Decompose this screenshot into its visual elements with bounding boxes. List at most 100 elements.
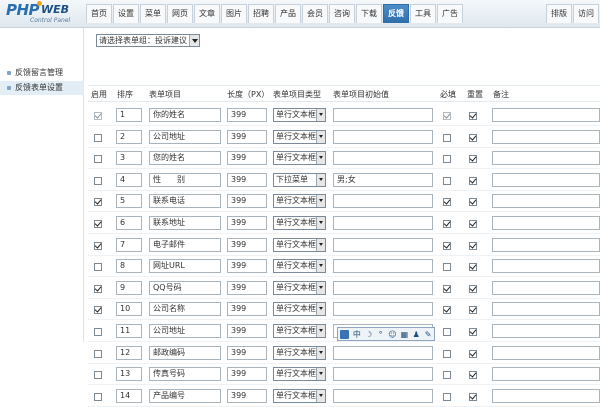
nav-tab-10[interactable]: 下载 [356, 4, 382, 23]
initial-value-input[interactable] [333, 129, 433, 144]
type-select[interactable]: 单行文本框 [273, 216, 326, 230]
reset-checkbox[interactable] [469, 263, 477, 272]
initial-value-input[interactable] [333, 237, 433, 252]
note-input[interactable] [492, 216, 600, 230]
order-input[interactable]: 12 [116, 345, 142, 360]
length-input[interactable]: 399 [227, 216, 267, 230]
item-name-input[interactable]: 您的姓名 [149, 151, 221, 166]
nav-tab-12[interactable]: 工具 [410, 4, 436, 23]
item-name-input[interactable]: 产品编号 [149, 388, 221, 403]
item-name-input[interactable]: QQ号码 [149, 280, 221, 295]
note-input[interactable] [492, 108, 600, 122]
user-icon[interactable]: ♟ [410, 330, 422, 339]
type-select[interactable]: 单行文本框 [273, 151, 326, 166]
length-input[interactable]: 399 [227, 259, 267, 274]
nav-tab-7[interactable]: 产品 [275, 4, 301, 23]
type-select[interactable]: 单行文本框 [273, 388, 326, 403]
order-input[interactable]: 5 [116, 194, 142, 209]
enabled-checkbox[interactable] [94, 176, 102, 185]
required-checkbox[interactable] [443, 220, 451, 228]
length-input[interactable]: 399 [227, 280, 267, 295]
nav-tab-4[interactable]: 文章 [194, 4, 220, 23]
item-name-input[interactable]: 联系电话 [149, 194, 221, 209]
initial-value-input[interactable] [333, 388, 433, 403]
enabled-checkbox[interactable] [94, 371, 102, 380]
length-input[interactable]: 399 [227, 367, 267, 382]
enabled-checkbox[interactable] [94, 155, 102, 164]
length-input[interactable]: 399 [227, 237, 267, 252]
reset-checkbox[interactable] [469, 349, 477, 358]
order-input[interactable]: 11 [116, 324, 142, 338]
note-input[interactable] [492, 324, 600, 338]
item-name-input[interactable]: 公司名称 [149, 302, 221, 317]
initial-value-input[interactable] [333, 259, 433, 274]
item-name-input[interactable]: 邮政编码 [149, 345, 221, 360]
reset-checkbox[interactable] [469, 176, 477, 185]
required-checkbox[interactable] [443, 328, 451, 336]
type-select[interactable]: 单行文本框 [273, 302, 326, 317]
order-input[interactable]: 7 [116, 237, 142, 252]
enabled-checkbox[interactable] [94, 392, 102, 401]
type-select[interactable]: 下拉菜单 [273, 172, 326, 187]
reset-checkbox[interactable] [469, 392, 477, 401]
length-input[interactable]: 399 [227, 194, 267, 209]
nav-tab-3[interactable]: 网页 [167, 4, 193, 23]
order-input[interactable]: 9 [116, 280, 142, 295]
order-input[interactable]: 14 [116, 388, 142, 403]
required-checkbox[interactable] [443, 284, 451, 293]
type-select[interactable]: 单行文本框 [273, 237, 326, 252]
nav-tab-11[interactable]: 反馈 [383, 4, 409, 23]
enabled-checkbox[interactable] [94, 241, 102, 250]
note-input[interactable] [492, 151, 600, 166]
emoji-icon[interactable]: ☺ [387, 330, 399, 339]
note-input[interactable] [492, 302, 600, 317]
order-input[interactable]: 8 [116, 259, 142, 274]
initial-value-input[interactable] [333, 194, 433, 209]
length-input[interactable]: 399 [227, 151, 267, 166]
item-name-input[interactable]: 网址URL [149, 259, 221, 274]
right-button-0[interactable]: 排版 [546, 4, 572, 23]
item-name-input[interactable]: 性 别 [149, 172, 221, 187]
required-checkbox[interactable] [443, 371, 451, 380]
initial-value-input[interactable] [333, 302, 433, 317]
nav-tab-1[interactable]: 设置 [113, 4, 139, 23]
enabled-checkbox[interactable] [94, 220, 102, 228]
item-name-input[interactable]: 联系地址 [149, 216, 221, 230]
type-select[interactable]: 单行文本框 [273, 108, 326, 122]
reset-checkbox[interactable] [469, 371, 477, 380]
reset-checkbox[interactable] [469, 241, 477, 250]
enabled-checkbox[interactable] [94, 198, 102, 207]
nav-tab-8[interactable]: 会员 [302, 4, 328, 23]
note-input[interactable] [492, 345, 600, 360]
length-input[interactable]: 399 [227, 302, 267, 317]
reset-checkbox[interactable] [469, 306, 477, 315]
nav-tab-2[interactable]: 菜单 [140, 4, 166, 23]
punct-icon[interactable]: ° [375, 330, 387, 339]
item-name-input[interactable]: 你的姓名 [149, 108, 221, 122]
initial-value-input[interactable] [333, 367, 433, 382]
reset-checkbox[interactable] [469, 328, 477, 336]
item-name-input[interactable]: 公司地址 [149, 324, 221, 338]
nav-tab-5[interactable]: 图片 [221, 4, 247, 23]
note-input[interactable] [492, 367, 600, 382]
order-input[interactable]: 13 [116, 367, 142, 382]
length-input[interactable]: 399 [227, 129, 267, 144]
initial-value-input[interactable] [333, 151, 433, 166]
reset-checkbox[interactable] [469, 133, 477, 142]
enabled-checkbox[interactable] [94, 328, 102, 336]
required-checkbox[interactable] [443, 392, 451, 401]
order-input[interactable]: 3 [116, 151, 142, 166]
reset-checkbox[interactable] [469, 155, 477, 164]
required-checkbox[interactable] [443, 241, 451, 250]
reset-checkbox[interactable] [469, 112, 477, 120]
moon-icon[interactable]: ☽ [363, 330, 375, 339]
initial-value-input[interactable]: 男;女 [333, 172, 433, 187]
reset-checkbox[interactable] [469, 198, 477, 207]
initial-value-input[interactable] [333, 108, 433, 122]
enabled-checkbox[interactable] [94, 263, 102, 272]
wrench-icon[interactable]: ✎ [422, 330, 434, 339]
sidebar-item-feedback-manage[interactable]: 反馈留言管理 [0, 66, 84, 80]
type-select[interactable]: 单行文本框 [273, 324, 326, 338]
reset-checkbox[interactable] [469, 220, 477, 228]
required-checkbox[interactable] [443, 198, 451, 207]
